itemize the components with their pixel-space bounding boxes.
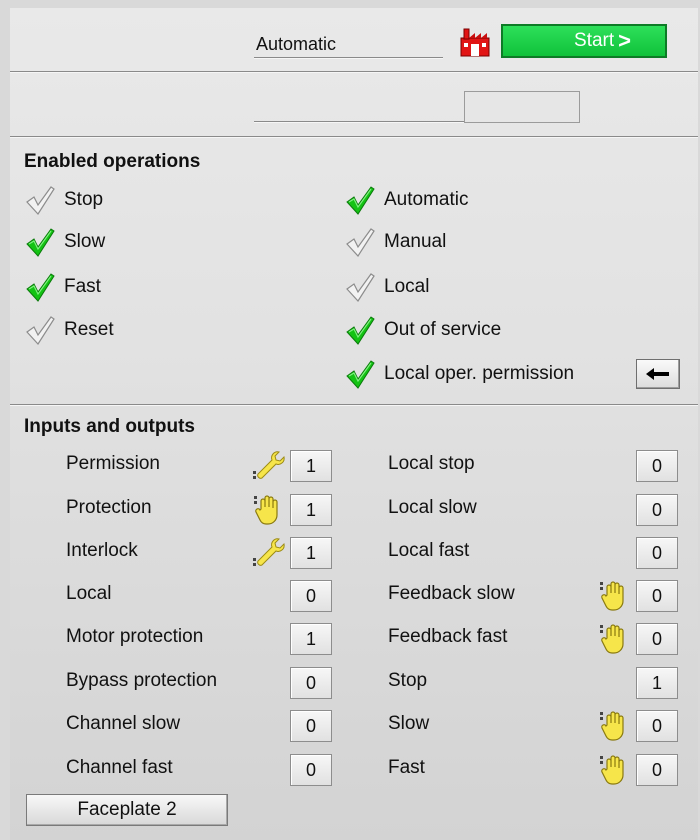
- io-label-left-6: Channel slow: [66, 713, 181, 734]
- start-arrow-icon: >: [618, 28, 631, 53]
- io-label-right-7: Fast: [388, 757, 425, 778]
- io-value-left-2: 1: [290, 537, 332, 569]
- operation-right-4: Local oper. permission: [344, 358, 574, 390]
- inputs-outputs-title: Inputs and outputs: [24, 416, 195, 437]
- operation-left-1: Slow: [24, 226, 105, 258]
- check-icon: [346, 316, 375, 345]
- faceplate-2-button[interactable]: Faceplate 2: [26, 794, 228, 826]
- check-disabled-icon: [26, 316, 55, 345]
- check-icon: [26, 228, 55, 257]
- io-value-left-4: 1: [290, 623, 332, 655]
- io-value-right-3: 0: [636, 580, 678, 612]
- io-value-right-6: 0: [636, 710, 678, 742]
- io-value-right-5: 1: [636, 667, 678, 699]
- io-value-left-6: 0: [290, 710, 332, 742]
- check-disabled-icon: [346, 273, 375, 302]
- enabled-operations-title: Enabled operations: [24, 151, 201, 172]
- operation-left-3: Reset: [24, 314, 114, 346]
- io-label-right-1: Local slow: [388, 497, 477, 518]
- io-label-right-4: Feedback fast: [388, 626, 508, 647]
- io-value-right-0: 0: [636, 450, 678, 482]
- section-separator-bottom: [10, 404, 698, 406]
- operation-left-2: Fast: [24, 271, 101, 303]
- wrench-icon: [252, 536, 286, 570]
- operation-right-3: Out of service: [344, 314, 501, 346]
- check-icon: [346, 360, 375, 389]
- operation-left-0: Stop: [24, 184, 103, 216]
- factory-icon: [460, 28, 490, 57]
- operation-label: Automatic: [384, 189, 469, 210]
- check-disabled-icon: [346, 228, 375, 257]
- start-label: Start: [574, 30, 615, 51]
- io-value-right-2: 0: [636, 537, 678, 569]
- operation-right-2: Local: [344, 271, 429, 303]
- io-value-right-1: 0: [636, 494, 678, 526]
- io-label-left-2: Interlock: [66, 540, 138, 561]
- mode-label: Automatic: [256, 34, 337, 54]
- io-value-left-0: 1: [290, 450, 332, 482]
- operation-label: Manual: [384, 231, 447, 252]
- operation-label: Stop: [64, 189, 104, 210]
- empty-field-line: [254, 121, 464, 123]
- mode-underline: [254, 57, 443, 59]
- io-label-left-0: Permission: [66, 453, 160, 474]
- io-label-right-3: Feedback slow: [388, 583, 515, 604]
- operation-label: Local oper. permission: [384, 363, 575, 384]
- io-value-left-5: 0: [290, 667, 332, 699]
- check-icon: [346, 186, 375, 215]
- operation-right-1: Manual: [344, 226, 446, 258]
- hand-icon: [252, 493, 286, 527]
- io-label-right-5: Stop: [388, 670, 428, 691]
- io-value-left-3: 0: [290, 580, 332, 612]
- io-label-right-6: Slow: [388, 713, 430, 734]
- operation-label: Local: [384, 276, 430, 297]
- hand-icon: [598, 753, 632, 787]
- arrow-left-icon: [646, 368, 669, 380]
- io-label-left-4: Motor protection: [66, 626, 204, 647]
- io-label-right-0: Local stop: [388, 453, 475, 474]
- operation-label: Fast: [64, 276, 101, 297]
- io-label-left-3: Local: [66, 583, 112, 604]
- io-label-right-2: Local fast: [388, 540, 470, 561]
- io-value-right-7: 0: [636, 754, 678, 786]
- operation-label: Reset: [64, 319, 114, 340]
- io-label-left-5: Bypass protection: [66, 670, 218, 691]
- io-value-left-7: 0: [290, 754, 332, 786]
- header-separator: [10, 71, 698, 73]
- empty-value-box: [464, 91, 580, 123]
- io-value-left-1: 1: [290, 494, 332, 526]
- check-icon: [26, 273, 55, 302]
- check-disabled-icon: [26, 186, 55, 215]
- io-value-right-4: 0: [636, 623, 678, 655]
- local-permission-button[interactable]: [636, 359, 680, 389]
- hand-icon: [598, 579, 632, 613]
- operation-right-0: Automatic: [344, 184, 468, 216]
- operation-label: Out of service: [384, 319, 502, 340]
- io-label-left-1: Protection: [66, 497, 152, 518]
- start-button[interactable]: Start >: [501, 24, 667, 58]
- operation-label: Slow: [64, 231, 106, 252]
- hand-icon: [598, 622, 632, 656]
- section-separator-top: [10, 136, 698, 138]
- wrench-icon: [252, 449, 286, 483]
- io-label-left-7: Channel fast: [66, 757, 173, 778]
- hand-icon: [598, 709, 632, 743]
